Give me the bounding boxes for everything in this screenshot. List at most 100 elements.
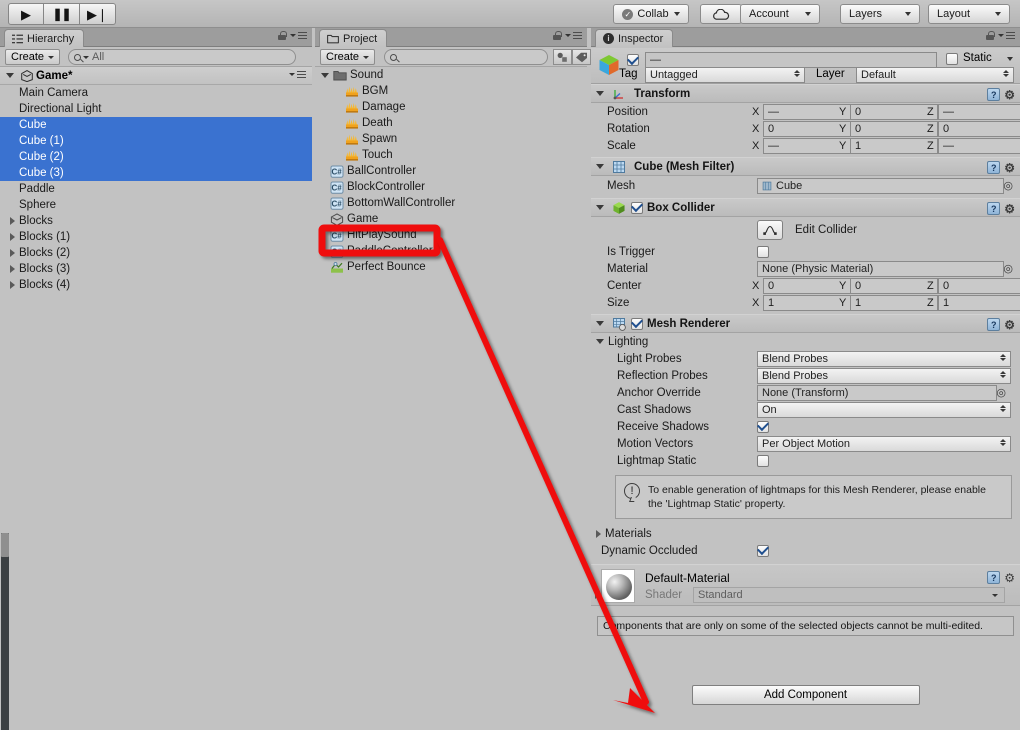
position-y-input[interactable]: 0 [850, 103, 938, 120]
scale-z-input[interactable]: — [938, 137, 1020, 154]
layers-button[interactable]: Layers [840, 4, 920, 24]
collab-button[interactable]: ✓ Collab [613, 4, 689, 24]
chevron-right-icon[interactable] [10, 233, 15, 241]
project-item-bgm[interactable]: BGM [315, 83, 587, 99]
hierarchy-item-cube[interactable]: Cube [0, 117, 312, 133]
position-z-input[interactable]: — [938, 103, 1020, 120]
collider-center-x-input[interactable]: 0 [763, 277, 851, 294]
light-probes-dropdown[interactable]: Blend Probes [757, 350, 1011, 367]
project-item-paddlecontroller[interactable]: C# PaddleController [315, 243, 587, 259]
rotation-x-input[interactable]: 0 [763, 120, 851, 137]
chevron-down-icon[interactable] [596, 91, 604, 96]
chevron-down-icon[interactable] [321, 72, 329, 78]
lock-icon[interactable] [278, 31, 287, 40]
chevron-right-icon[interactable] [10, 217, 15, 225]
physic-material-picker-icon[interactable]: ◎ [1003, 262, 1013, 275]
project-item-spawn[interactable]: Spawn [315, 131, 587, 147]
hierarchy-search-input[interactable]: All [68, 49, 296, 65]
anchor-override-picker-icon[interactable]: ◎ [996, 386, 1006, 399]
chevron-down-icon[interactable] [596, 321, 604, 326]
hierarchy-create-button[interactable]: Create [5, 49, 61, 65]
panel-menu-icon[interactable] [998, 31, 1015, 40]
help-icon[interactable]: ? [987, 88, 1001, 101]
hierarchy-item-blocks-3[interactable]: Blocks (3) [0, 261, 312, 277]
project-item-sound[interactable]: Sound [315, 67, 587, 83]
help-icon[interactable]: ? [987, 571, 1001, 585]
tab-inspector[interactable]: i Inspector [595, 29, 674, 47]
help-icon[interactable]: ? [987, 202, 1001, 215]
gameobject-enabled-checkbox[interactable] [627, 54, 639, 66]
scrollbar-thumb[interactable] [1, 533, 9, 557]
static-dropdown-icon[interactable] [1007, 57, 1013, 61]
hierarchy-scene-root[interactable]: Game* [0, 67, 312, 85]
hierarchy-item-sphere[interactable]: Sphere [0, 197, 312, 213]
chevron-right-icon[interactable] [596, 529, 601, 538]
project-tree[interactable]: Sound BGM Damage Death Spawn Touch C# BallContr… [315, 67, 587, 730]
materials-foldout[interactable]: Materials [591, 525, 1020, 542]
hierarchy-item-directional-light[interactable]: Directional Light [0, 101, 312, 117]
chevron-right-icon[interactable] [595, 591, 600, 600]
project-item-perfect-bounce[interactable]: Perfect Bounce [315, 259, 587, 275]
tag-dropdown[interactable]: Untagged [645, 67, 805, 83]
play-button[interactable]: ▶ [8, 3, 44, 25]
shader-dropdown[interactable]: Standard [693, 587, 1005, 604]
project-create-button[interactable]: Create [320, 49, 376, 65]
project-item-ballcontroller[interactable]: C# BallController [315, 163, 587, 179]
anchor-override-field[interactable]: None (Transform) [757, 384, 997, 401]
collider-center-z-input[interactable]: 0 [938, 277, 1020, 294]
lock-icon[interactable] [553, 31, 562, 40]
rotation-y-input[interactable]: 0 [850, 120, 938, 137]
help-icon[interactable]: ? [987, 161, 1001, 174]
meshrenderer-component-header[interactable]: Mesh Renderer ? ⚙ [591, 314, 1020, 333]
meshfilter-component-header[interactable]: Cube (Mesh Filter) ? ⚙ [591, 157, 1020, 176]
receive-shadows-checkbox[interactable] [757, 420, 769, 433]
scene-menu-icon[interactable] [289, 71, 306, 79]
panel-menu-icon[interactable] [565, 31, 582, 40]
collider-center-y-input[interactable]: 0 [850, 277, 938, 294]
boxcollider-enabled-checkbox[interactable] [631, 201, 643, 214]
panel-menu-icon[interactable] [290, 31, 307, 40]
tab-hierarchy[interactable]: Hierarchy [4, 29, 85, 47]
filter-by-type-button[interactable] [553, 49, 572, 65]
project-search-input[interactable] [384, 49, 548, 65]
dynamic-occluded-checkbox[interactable] [757, 544, 769, 557]
static-checkbox[interactable] [946, 53, 958, 65]
gear-icon[interactable]: ⚙ [1004, 162, 1015, 174]
filter-by-label-button[interactable] [572, 49, 591, 65]
meshrenderer-enabled-checkbox[interactable] [631, 317, 643, 330]
mesh-object-field[interactable]: Cube [757, 177, 1004, 194]
reflection-probes-dropdown[interactable]: Blend Probes [757, 367, 1011, 384]
collider-size-x-input[interactable]: 1 [763, 294, 851, 311]
physic-material-field[interactable]: None (Physic Material) [757, 260, 1004, 277]
chevron-right-icon[interactable] [10, 265, 15, 273]
help-icon[interactable]: ? [987, 318, 1001, 331]
project-item-blockcontroller[interactable]: C# BlockController [315, 179, 587, 195]
project-item-game[interactable]: Game [315, 211, 587, 227]
hierarchy-vertical-scrollbar[interactable] [1, 533, 9, 730]
chevron-down-icon[interactable] [596, 339, 604, 344]
chevron-right-icon[interactable] [10, 249, 15, 257]
position-x-input[interactable]: — [763, 103, 851, 120]
project-item-touch[interactable]: Touch [315, 147, 587, 163]
layout-button[interactable]: Layout [928, 4, 1010, 24]
chevron-down-icon[interactable] [596, 164, 604, 169]
gear-icon[interactable]: ⚙ [1004, 203, 1015, 215]
hierarchy-tree[interactable]: Game* Main Camera Directional Light Cube Cu… [0, 67, 312, 730]
gear-icon[interactable]: ⚙ [1004, 89, 1015, 101]
boxcollider-component-header[interactable]: Box Collider ? ⚙ [591, 198, 1020, 217]
step-button[interactable]: ▶❘ [80, 3, 116, 25]
cast-shadows-dropdown[interactable]: On [757, 401, 1011, 418]
chevron-right-icon[interactable] [10, 281, 15, 289]
project-item-hitplaysound[interactable]: C# HitPlaySound [315, 227, 587, 243]
hierarchy-item-cube-3[interactable]: Cube (3) [0, 165, 312, 181]
collider-size-z-input[interactable]: 1 [938, 294, 1020, 311]
transform-component-header[interactable]: Transform ? ⚙ [591, 84, 1020, 103]
is-trigger-checkbox[interactable] [757, 245, 769, 258]
hierarchy-item-cube-2[interactable]: Cube (2) [0, 149, 312, 165]
mesh-picker-icon[interactable]: ◎ [1003, 179, 1013, 192]
chevron-down-icon[interactable] [6, 73, 14, 78]
lock-icon[interactable] [986, 31, 995, 40]
hierarchy-item-blocks[interactable]: Blocks [0, 213, 312, 229]
hierarchy-item-paddle[interactable]: Paddle [0, 181, 312, 197]
lighting-foldout[interactable]: Lighting [591, 333, 1020, 350]
